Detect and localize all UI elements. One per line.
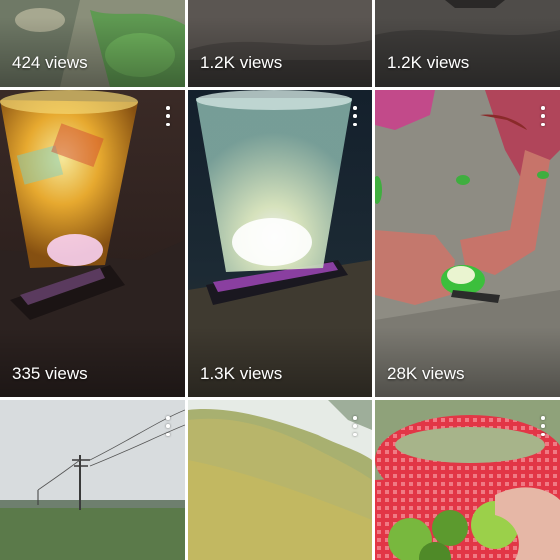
more-vert-icon-dot [353,122,357,126]
video-thumbnail[interactable] [188,400,372,560]
video-thumbnail[interactable]: 1.3K views [188,90,372,397]
video-thumbnail[interactable]: 424 views [0,0,185,87]
video-thumbnail[interactable] [375,400,560,560]
more-vert-icon-dot [166,416,170,420]
more-options-button[interactable] [539,106,547,126]
thumbnail-shade [375,17,560,87]
more-options-button[interactable] [164,106,172,126]
more-vert-icon-dot [541,432,545,436]
view-count: 1.2K views [387,53,470,72]
thumbnail-shade [375,327,560,397]
more-vert-icon-dot [541,122,545,126]
more-options-button[interactable] [539,416,547,436]
more-vert-icon-dot [166,432,170,436]
more-vert-icon-dot [166,424,170,428]
more-vert-icon-dot [166,122,170,126]
more-vert-icon-dot [353,432,357,436]
thumbnail-shade [0,327,185,397]
view-count: 1.2K views [200,53,283,72]
video-thumbnail[interactable]: 335 views [0,90,185,397]
thumbnail-shade [0,17,185,87]
more-vert-icon-dot [166,106,170,110]
more-vert-icon-dot [166,114,170,118]
view-count: 28K views [387,364,465,383]
more-vert-icon-dot [353,114,357,118]
thumbnail-image [0,400,185,560]
more-options-button[interactable] [164,416,172,436]
video-thumbnail[interactable]: 1.2K views [188,0,372,87]
more-vert-icon-dot [541,114,545,118]
view-count: 1.3K views [200,364,283,383]
video-thumbnail[interactable]: 1.2K views [375,0,560,87]
more-vert-icon-dot [541,416,545,420]
thumbnail-image [188,400,372,560]
view-count: 424 views [12,53,88,72]
more-options-button[interactable] [351,416,359,436]
view-count: 335 views [12,364,88,383]
more-vert-icon-dot [353,424,357,428]
video-grid: 424 views 1.2K views 1.2K views 335 view… [0,0,560,560]
thumbnail-shade [188,17,372,87]
thumbnail-image [375,400,560,560]
video-thumbnail[interactable] [0,400,185,560]
video-thumbnail[interactable]: 28K views [375,90,560,397]
more-vert-icon-dot [541,424,545,428]
more-vert-icon-dot [541,106,545,110]
thumbnail-shade [188,327,372,397]
more-vert-icon-dot [353,416,357,420]
more-options-button[interactable] [351,106,359,126]
more-vert-icon-dot [353,106,357,110]
